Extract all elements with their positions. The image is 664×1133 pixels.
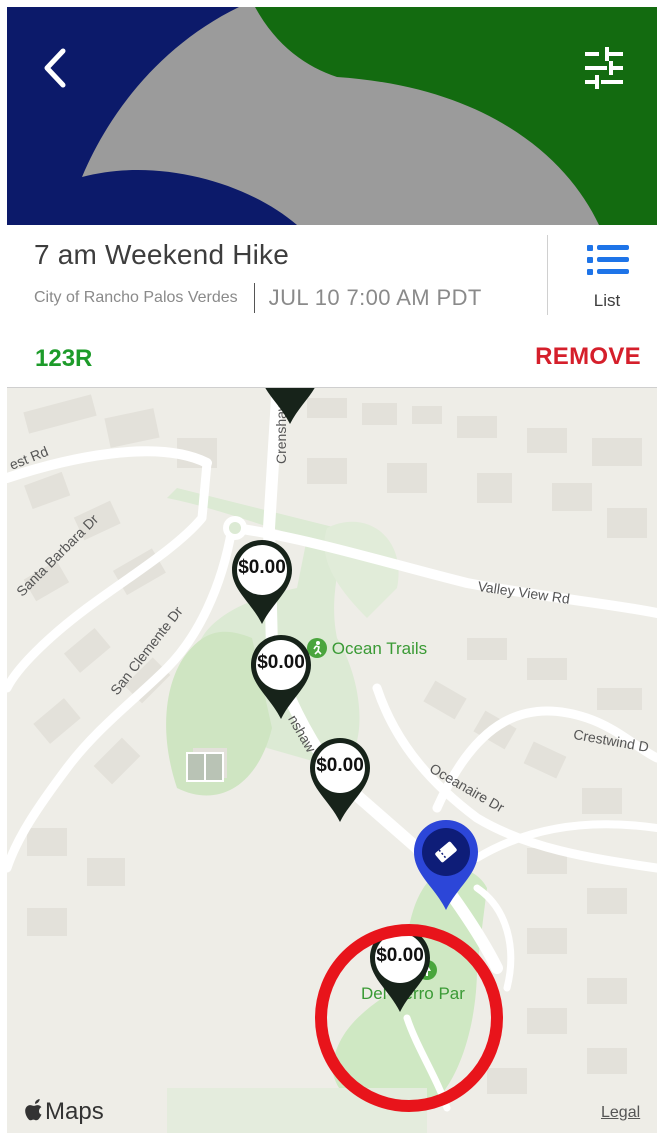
back-button[interactable] bbox=[35, 43, 75, 93]
maps-attribution: Maps bbox=[25, 1098, 104, 1126]
event-info: 7 am Weekend Hike City of Rancho Palos V… bbox=[7, 225, 657, 326]
sliders-icon bbox=[585, 47, 623, 89]
event-datetime: JUL 10 7:00 AM PDT bbox=[268, 285, 482, 310]
section-name: 123R bbox=[35, 345, 93, 372]
price-pin[interactable]: $0.00 bbox=[307, 736, 373, 826]
list-label: List bbox=[593, 291, 621, 310]
pin-price-label: $0.00 bbox=[376, 945, 424, 966]
selected-section-row: 123R REMOVE bbox=[7, 325, 657, 388]
poi-ocean-trails-label: Ocean Trails bbox=[331, 639, 428, 658]
price-pin-highlighted[interactable]: $0.00 bbox=[367, 926, 433, 1016]
list-view-button[interactable]: List bbox=[567, 239, 647, 319]
vertical-divider bbox=[547, 235, 548, 315]
list-icon bbox=[587, 245, 629, 275]
banner-graphic bbox=[7, 7, 657, 225]
chevron-left-icon bbox=[44, 48, 66, 88]
map-pin-icon bbox=[251, 635, 311, 719]
price-pin[interactable]: $0.00 bbox=[229, 538, 295, 628]
maps-attribution-text: Maps bbox=[45, 1098, 104, 1125]
venue-banner bbox=[7, 7, 657, 225]
map-view[interactable]: est Rd Santa Barbara Dr San Clemente Dr … bbox=[7, 388, 657, 1133]
legal-link[interactable]: Legal bbox=[601, 1104, 640, 1122]
event-meta: City of Rancho Palos Verdes JUL 10 7:00 … bbox=[34, 283, 482, 313]
price-pin-top-partial[interactable] bbox=[257, 388, 323, 428]
pin-price-label: $0.00 bbox=[316, 755, 364, 776]
poi-ocean-trails[interactable]: Ocean Trails bbox=[307, 638, 427, 659]
price-pin[interactable]: $0.00 bbox=[248, 633, 314, 723]
apple-logo-icon bbox=[25, 1099, 42, 1121]
app-screen: 7 am Weekend Hike City of Rancho Palos V… bbox=[7, 7, 657, 1133]
event-organizer: City of Rancho Palos Verdes bbox=[34, 289, 238, 306]
map-pin-icon bbox=[310, 738, 370, 822]
map-pin-icon bbox=[265, 388, 315, 424]
pin-price-label: $0.00 bbox=[238, 557, 286, 578]
selected-section-pin[interactable] bbox=[411, 818, 481, 914]
pin-price-label: $0.00 bbox=[257, 652, 305, 673]
remove-button[interactable]: REMOVE bbox=[535, 343, 641, 371]
meta-divider bbox=[253, 283, 255, 313]
ticket-pin-icon bbox=[414, 820, 478, 910]
map-pin-icon bbox=[370, 928, 430, 1012]
map-pin-icon bbox=[232, 540, 292, 624]
filter-button[interactable] bbox=[581, 45, 627, 91]
event-title: 7 am Weekend Hike bbox=[34, 239, 290, 270]
